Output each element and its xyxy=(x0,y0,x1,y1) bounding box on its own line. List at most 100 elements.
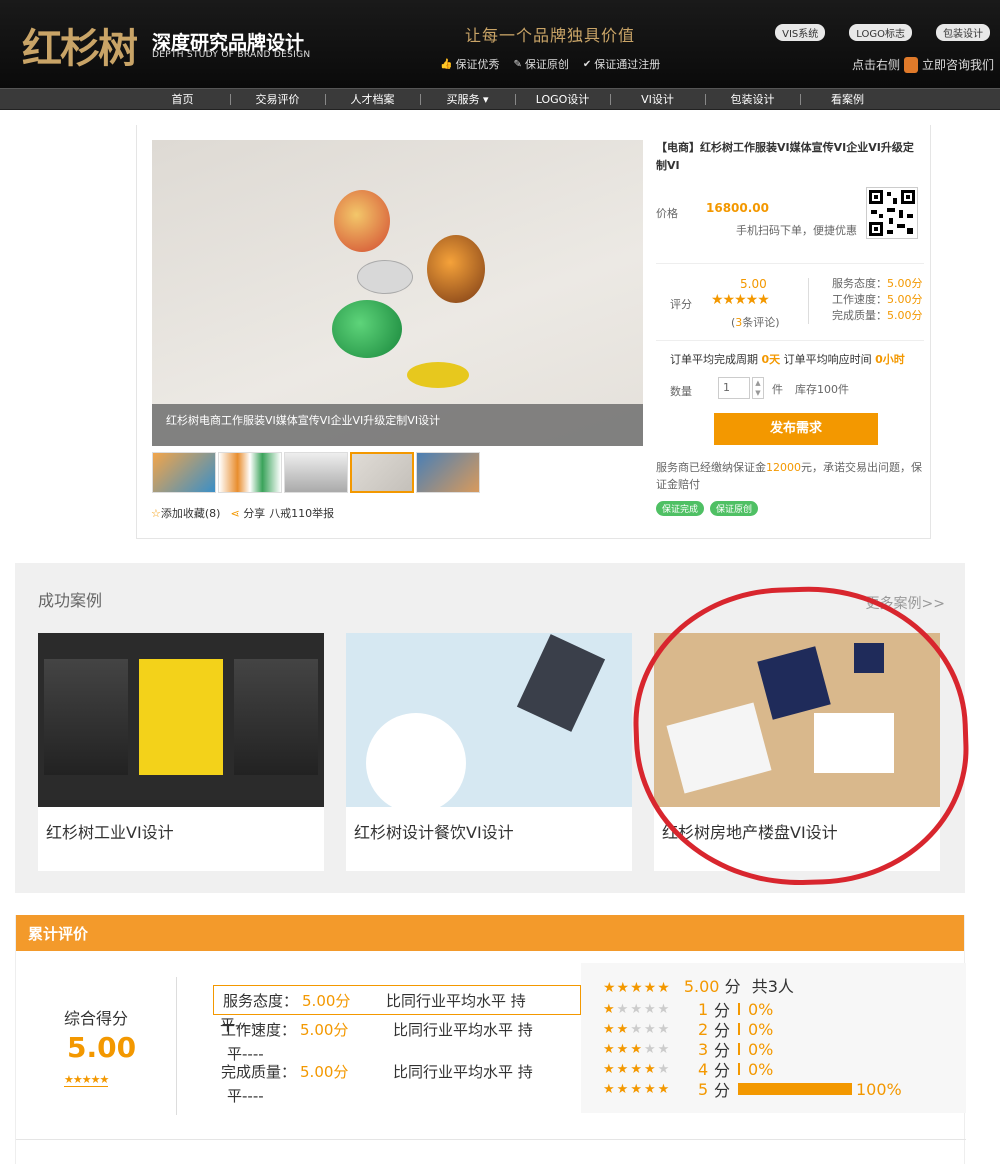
case-image xyxy=(346,633,632,813)
thumbnail-strip xyxy=(152,452,480,493)
case-label: 红杉树设计餐饮VI设计 xyxy=(354,823,514,842)
rating-distribution: ★★★★★ 5.00 分 共3人 ★★★★★ 1 分 0% ★★★★★ 2 分 0% ★★★★★… xyxy=(581,963,966,1113)
post-request-button[interactable]: 发布需求 xyxy=(714,413,878,445)
main-nav: 首页 交易评价 人才档案 买服务 ▾ LOGO设计 VI设计 包装设计 看案例 xyxy=(0,88,1000,110)
thumbnail[interactable] xyxy=(284,452,348,493)
cases-section: 成功案例 更多案例>> 红杉树工业VI设计 红杉树设计餐饮VI设计 红杉树房地产… xyxy=(15,563,965,893)
divider xyxy=(808,278,809,324)
cycle-value: 0天 xyxy=(761,353,781,366)
distribution-percent: 0% xyxy=(748,1019,774,1039)
distribution-row: ★★★★★ 4 分 0% xyxy=(603,1059,966,1081)
distribution-score: 4 xyxy=(698,1059,709,1079)
stars-icon: ★★★★★ xyxy=(603,1061,672,1077)
product-main-image[interactable]: 红杉树电商工作服装VI媒体宣传VI企业VI升级定制VI设计 xyxy=(152,140,643,446)
rating-details: 服务态度：5.00分 工作速度：5.00分 完成质量：5.00分 xyxy=(832,276,923,324)
stock-count: 库存100件 xyxy=(795,383,849,396)
divider xyxy=(16,1139,966,1140)
add-favorite-link[interactable]: ☆添加收藏(8) xyxy=(151,505,220,521)
product-title: 【电商】红杉树工作服装VI媒体宣传VI企业VI升级定制VI xyxy=(656,141,914,172)
nav-logo-design[interactable]: LOGO设计 xyxy=(515,89,610,111)
metric-speed: 工作速度： 5.00分 比同行业平均水平 持 平---- xyxy=(221,1021,533,1063)
thumbs-up-icon: 👍 xyxy=(440,58,453,70)
stars-icon: ★★★★★ xyxy=(603,1041,672,1057)
rating-count[interactable]: (3条评论) xyxy=(731,314,780,330)
overall-stars-icon: ★★★★★ xyxy=(64,1073,109,1087)
nav-packaging[interactable]: 包装设计 xyxy=(705,89,800,111)
distribution-row: ★★★★★ 2 分 0% xyxy=(603,1019,966,1041)
detail-service: 服务态度：5.00分 xyxy=(832,277,923,290)
overall-score: 5.00 xyxy=(67,1031,137,1064)
distribution-score: 3 xyxy=(698,1039,709,1059)
badge-image xyxy=(357,260,413,294)
case-card-industrial[interactable]: 红杉树工业VI设计 xyxy=(38,633,324,871)
nav-services[interactable]: 买服务 ▾ xyxy=(420,89,515,111)
badge-image xyxy=(407,362,469,388)
star-outline-icon: ☆ xyxy=(151,507,161,520)
guarantee-badges: 保证完成 保证原创 xyxy=(656,501,924,516)
distribution-row: ★★★★★ 1 分 0% xyxy=(603,999,966,1021)
qr-code-icon xyxy=(866,187,918,239)
thumbnail[interactable] xyxy=(152,452,216,493)
distribution-percent: 0% xyxy=(748,1039,774,1059)
nav-reviews[interactable]: 交易评价 xyxy=(230,89,325,111)
report-link[interactable]: 八戒110举报 xyxy=(269,505,334,521)
overall-label: 综合得分 xyxy=(64,1009,129,1028)
stars-icon: ★★★★★ xyxy=(603,1081,672,1097)
case-image xyxy=(38,633,324,807)
share-link[interactable]: ⋖ 分享 xyxy=(230,505,265,521)
case-card-real-estate[interactable]: 红杉树房地产楼盘VI设计 xyxy=(654,633,940,871)
badge-image xyxy=(427,235,485,303)
quantity-label: 数量 xyxy=(670,385,692,398)
distribution-unit: 分 xyxy=(714,1081,731,1100)
distribution-percent: 0% xyxy=(748,1059,774,1079)
nav-talent[interactable]: 人才档案 xyxy=(325,89,420,111)
separator xyxy=(738,1063,740,1075)
rating-label: 评分 xyxy=(670,298,692,311)
case-card-catering[interactable]: 红杉树设计餐饮VI设计 xyxy=(346,633,632,871)
guarantee-registration: ✔ 保证通过注册 xyxy=(582,58,661,71)
top-tags: VIS系统 LOGO标志 包装设计 xyxy=(775,24,990,41)
slogan: 让每一个品牌独具价值 xyxy=(465,26,636,45)
price-note: 手机扫码下单，便捷优惠 xyxy=(736,224,857,237)
badge-complete: 保证完成 xyxy=(656,501,705,516)
distribution-bar xyxy=(738,1083,852,1095)
distribution-head: ★★★★★ 5.00 分 共3人 xyxy=(603,977,794,996)
thumbnail[interactable] xyxy=(218,452,282,493)
tag-vis[interactable]: VIS系统 xyxy=(775,24,826,41)
quantity-stepper[interactable]: ▲ ▼ xyxy=(752,377,764,399)
badge-original: 保证原创 xyxy=(710,501,759,516)
site-header: 红杉树 深度研究品牌设计 DEPTH STUDY OF BRAND DESIGN… xyxy=(0,0,1000,88)
logo-subtitle: DEPTH STUDY OF BRAND DESIGN xyxy=(152,50,311,60)
badge-image xyxy=(332,300,402,358)
logo[interactable]: 红杉树 xyxy=(22,16,138,74)
detail-quality: 完成质量：5.00分 xyxy=(832,309,923,322)
distribution-score: 5 xyxy=(698,1079,709,1099)
nav-home[interactable]: 首页 xyxy=(135,89,230,111)
distribution-row: ★★★★★ 5 分 100% xyxy=(603,1079,966,1101)
thumbnail-active[interactable] xyxy=(350,452,414,493)
guarantee-excellent: 👍 保证优秀 xyxy=(440,58,500,71)
stars-icon: ★★★★★ xyxy=(603,1001,672,1017)
stars-icon: ★★★★★ xyxy=(603,1021,672,1037)
nav-cases[interactable]: 看案例 xyxy=(800,89,895,111)
nav-vi-design[interactable]: VI设计 xyxy=(610,89,705,111)
tag-packaging[interactable]: 包装设计 xyxy=(936,24,990,41)
consult-link[interactable]: 点击右侧 立即咨询我们 xyxy=(852,56,994,73)
image-caption: 红杉树电商工作服装VI媒体宣传VI企业VI升级定制VI设计 xyxy=(152,404,643,446)
stars-icon: ★★★★★ xyxy=(603,980,671,996)
case-image xyxy=(654,633,940,807)
metric-list: 服务态度： 5.00分 比同行业平均水平 持 平---- 工作速度： 5.00分 比… xyxy=(213,985,581,1105)
tag-logo[interactable]: LOGO标志 xyxy=(849,24,912,41)
quantity-input[interactable]: 1 xyxy=(718,377,750,399)
response-value: 0小时 xyxy=(875,353,905,366)
distribution-row: ★★★★★ 3 分 0% xyxy=(603,1039,966,1061)
pencil-icon: ✎ xyxy=(513,58,522,70)
separator xyxy=(738,1003,740,1015)
share-icon: ⋖ xyxy=(230,507,240,520)
more-cases-link[interactable]: 更多案例>> xyxy=(866,593,945,613)
cases-title: 成功案例 xyxy=(38,591,103,610)
deposit-note: 服务商已经缴纳保证金12000元，承诺交易出问题，保证金赔付 xyxy=(656,461,922,491)
thumbnail[interactable] xyxy=(416,452,480,493)
product-info: 【电商】红杉树工作服装VI媒体宣传VI企业VI升级定制VI 价格 16800.0… xyxy=(656,139,924,516)
cycle-row: 订单平均完成周期 0天 订单平均响应时间 0小时 xyxy=(670,353,905,366)
